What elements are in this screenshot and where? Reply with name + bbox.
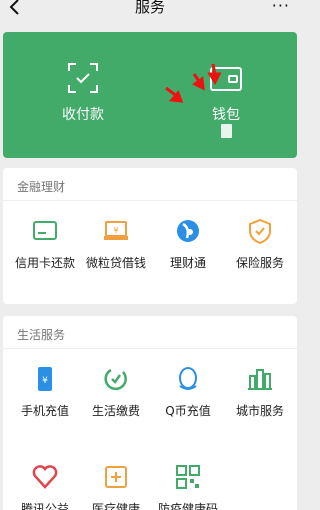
wealth-item[interactable]: 理财通 (151, 218, 223, 278)
page-title: 服务 (134, 0, 165, 16)
insurance-label: 保险服务 (235, 256, 284, 270)
qq-coin-icon (179, 367, 197, 390)
credit-card-repay-item[interactable]: 信用卡还款 (8, 218, 80, 278)
city-service-icon (248, 369, 272, 390)
phone-topup-item[interactable]: ¥ 手机充值 (8, 366, 80, 426)
health-code-label: 防疫健康码 (157, 502, 218, 510)
more-options-icon[interactable]: ··· (272, 0, 290, 15)
utility-payment-icon (104, 368, 127, 391)
annotation-arrows (165, 63, 222, 103)
svg-text:¥: ¥ (113, 226, 118, 235)
medical-item[interactable]: 医疗健康 (79, 464, 151, 510)
health-code-icon (176, 465, 200, 489)
receive-pay-button[interactable]: 收付款 (45, 62, 135, 132)
qq-coin-item[interactable]: Q币充值 (151, 366, 223, 426)
section-divider (3, 348, 297, 349)
wealth-icon (177, 220, 199, 242)
finance-section-title: 金融理财 (17, 180, 66, 194)
life-section-title: 生活服务 (17, 328, 66, 342)
health-code-item[interactable]: 防疫健康码 (151, 464, 223, 510)
phone-topup-icon: ¥ (38, 367, 52, 391)
city-service-label: 城市服务 (235, 404, 284, 418)
charity-heart-icon (32, 465, 58, 489)
medical-icon (105, 466, 127, 488)
section-divider (3, 200, 297, 201)
top-bar: 服务 ··· (0, 0, 300, 24)
city-service-item[interactable]: 城市服务 (223, 366, 295, 426)
utility-payment-item[interactable]: 生活缴费 (79, 366, 151, 426)
finance-section: 金融理财 信用卡还款 ¥ 微粒贷借钱 理财通 保险服务 (3, 168, 297, 304)
life-services-section: 生活服务 ¥ 手机充值 生活缴费 Q币充值 城市服务 腾讯公益 医疗健康 防疫健… (3, 316, 297, 510)
credit-card-icon (33, 221, 57, 240)
insurance-item[interactable]: 保险服务 (223, 218, 295, 278)
insurance-icon (249, 218, 271, 244)
scan-pay-icon (68, 63, 98, 93)
wallet-card: 收付款 钱包 (3, 32, 297, 158)
receive-pay-label: 收付款 (62, 107, 104, 123)
loan-icon: ¥ (104, 221, 128, 240)
wallet-badge (221, 124, 232, 138)
svg-text:¥: ¥ (42, 376, 48, 386)
micro-loan-item[interactable]: ¥ 微粒贷借钱 (79, 218, 151, 278)
charity-item[interactable]: 腾讯公益 (8, 464, 80, 510)
